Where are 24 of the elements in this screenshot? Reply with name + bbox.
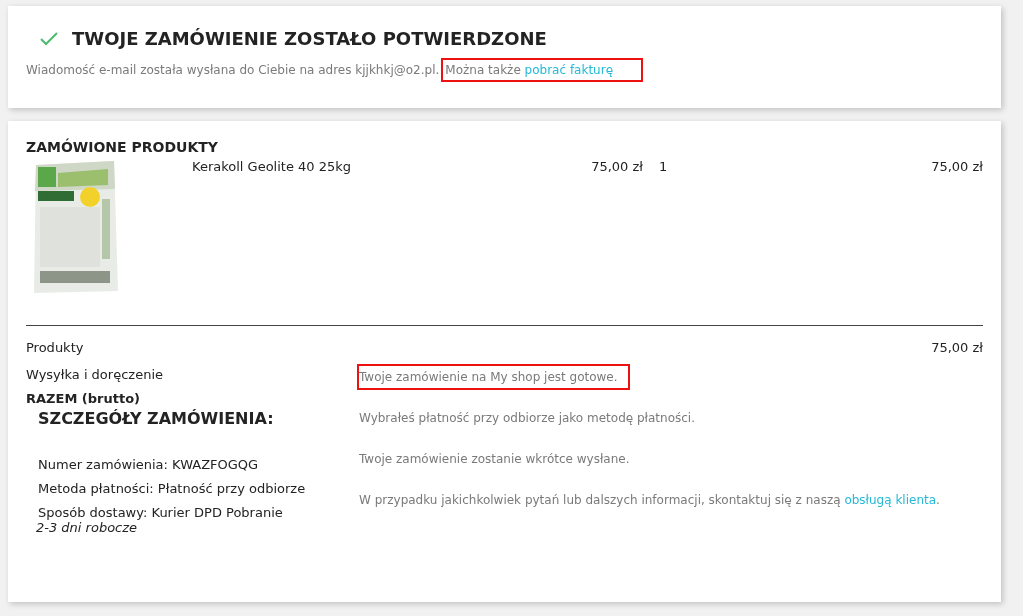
info-message: Twoje zamówienie na My shop jest gotowe. [357, 364, 630, 390]
summary-label: Wysyłka i doręczenie [26, 367, 163, 382]
check-icon [40, 31, 58, 46]
info-message: Twoje zamówienie zostanie wkrótce wysłane. [358, 451, 631, 468]
detail-line: Numer zamówienia: KWAZFOGQG [38, 457, 260, 472]
section-title: ZAMÓWIONE PRODUKTY [26, 139, 219, 155]
info-message: W przypadku jakichkolwiek pytań lub dalszych informacji, skontaktuj się z naszą obsługą klienta. [358, 492, 941, 509]
summary-value: 75,00 zł [931, 340, 983, 355]
delivery-time: 2-3 dni robocze [36, 520, 139, 535]
unit-price: 75,00 zł [590, 159, 643, 176]
detail-line: Sposób dostawy: Kurier DPD Pobranie [38, 505, 284, 520]
support-link[interactable]: obsługą klienta [844, 493, 937, 507]
line-total: 75,00 zł [930, 159, 983, 176]
details-title: SZCZEGÓŁY ZAMÓWIENIA: [38, 409, 275, 428]
info-message: Wybrałeś płatność przy odbiorze jako metodę płatności. [358, 410, 696, 427]
summary-label: RAZEM (brutto) [26, 391, 141, 406]
quantity: 1 [658, 159, 669, 176]
invoice-link[interactable]: pobrać fakturę [524, 63, 614, 77]
detail-line: Metoda płatności: Płatność przy odbiorze [38, 481, 307, 496]
summary-label: Produkty [26, 340, 84, 355]
confirmation-title: TWOJE ZAMÓWIENIE ZOSTAŁO POTWIERDZONE [72, 28, 547, 49]
highlight-frame: Można także pobrać fakturę [441, 58, 644, 82]
product-name: Kerakoll Geolite 40 25kg [192, 159, 353, 176]
email-message: Wiadomość e-mail została wysłana do Ciebie na adres kjjkhkj@o2.pl. [26, 63, 440, 77]
